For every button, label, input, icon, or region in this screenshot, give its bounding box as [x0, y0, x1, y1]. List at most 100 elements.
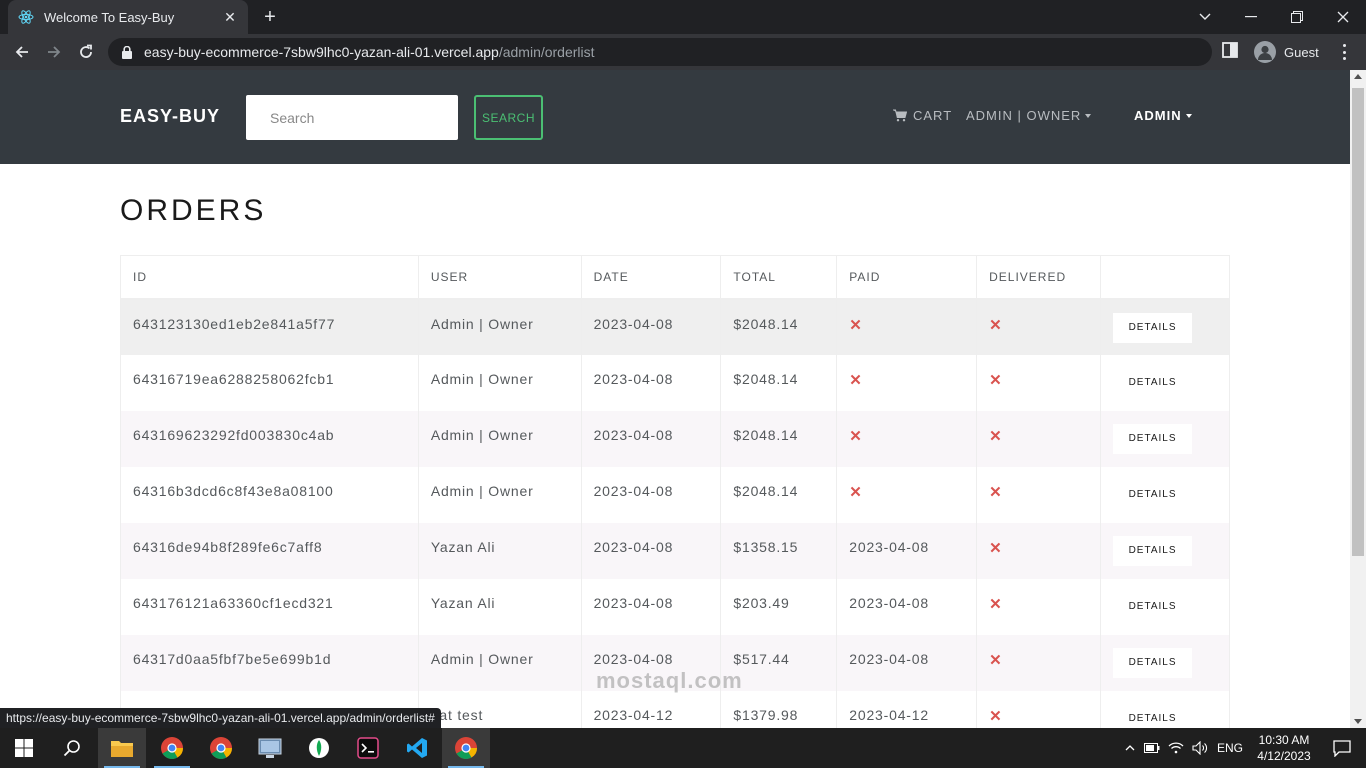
- cell-total: $2048.14: [720, 354, 838, 411]
- cart-icon: [893, 109, 907, 122]
- cell-paid: 2023-04-08: [836, 578, 978, 635]
- url-path: /admin/orderlist: [498, 44, 595, 60]
- admin-menu-dropdown[interactable]: ADMIN: [1134, 108, 1192, 123]
- cell-delivered: ✕: [976, 634, 1102, 691]
- search-button[interactable]: SEARCH: [474, 95, 543, 140]
- details-button[interactable]: DETAILS: [1113, 368, 1192, 398]
- cart-label: CART: [913, 108, 953, 123]
- windows-start-icon[interactable]: [0, 728, 48, 768]
- tab-search-icon[interactable]: [1182, 0, 1228, 34]
- cell-user: Admin | Owner: [417, 634, 582, 691]
- profile-button[interactable]: Guest: [1254, 40, 1319, 64]
- cell-id: 64316de94b8f289fe6c7aff8: [120, 522, 419, 579]
- forward-icon[interactable]: [40, 38, 68, 66]
- clock-time: 10:30 AM: [1258, 733, 1310, 747]
- restore-icon[interactable]: [1274, 0, 1320, 34]
- cell-actions: DETAILS: [1100, 298, 1230, 355]
- column-header-user: USER: [417, 255, 582, 300]
- cell-date: 2023-04-08: [580, 354, 722, 411]
- profile-name: Guest: [1284, 44, 1319, 60]
- table-row: 643176121a63360cf1ecd321 Yazan Ali 2023-04…: [120, 578, 1230, 635]
- battery-icon[interactable]: [1140, 743, 1164, 753]
- not-delivered-icon: ✕: [989, 651, 1003, 669]
- details-button[interactable]: DETAILS: [1113, 647, 1193, 678]
- cell-date: 2023-04-12: [580, 690, 722, 728]
- admin-menu-label: ADMIN: [1134, 108, 1182, 123]
- cell-paid: 2023-04-08: [836, 522, 978, 579]
- browser-toolbar: easy-buy-ecommerce-7sbw9lhc0-yazan-ali-0…: [0, 34, 1366, 70]
- system-tray: ENG: [1120, 728, 1248, 768]
- cart-link[interactable]: CART: [893, 108, 952, 123]
- details-button[interactable]: DETAILS: [1113, 704, 1192, 729]
- details-button[interactable]: DETAILS: [1113, 480, 1192, 510]
- windows-taskbar: ENG 10:30 AM 4/12/2023: [0, 728, 1366, 768]
- tab-close-icon[interactable]: ✕: [222, 9, 238, 25]
- scroll-up-icon[interactable]: [1354, 74, 1362, 79]
- minimize-icon[interactable]: [1228, 0, 1274, 34]
- cell-user: Admin | Owner: [417, 354, 582, 411]
- cell-actions: DETAILS: [1100, 410, 1230, 467]
- search-icon[interactable]: [48, 728, 96, 768]
- cell-user: Admin | Owner: [417, 410, 582, 467]
- user-menu-dropdown[interactable]: ADMIN | OWNER: [966, 108, 1092, 123]
- browser-menu-icon[interactable]: [1336, 42, 1352, 62]
- page-title: ORDERS: [120, 194, 267, 227]
- address-bar[interactable]: easy-buy-ecommerce-7sbw9lhc0-yazan-ali-0…: [108, 38, 1212, 66]
- file-explorer-icon[interactable]: [98, 728, 146, 768]
- page-scrollbar[interactable]: [1350, 70, 1366, 728]
- chrome-active-icon[interactable]: [442, 728, 490, 768]
- cell-user: Admin | Owner: [417, 298, 582, 355]
- details-button[interactable]: DETAILS: [1113, 423, 1193, 454]
- back-icon[interactable]: [8, 38, 36, 66]
- taskbar-clock[interactable]: 10:30 AM 4/12/2023: [1254, 732, 1314, 764]
- cell-id: 64316b3dcd6c8f43e8a08100: [120, 466, 419, 523]
- new-tab-icon[interactable]: +: [258, 6, 282, 28]
- details-button[interactable]: DETAILS: [1113, 592, 1192, 622]
- cell-delivered: ✕: [976, 522, 1102, 579]
- side-panel-icon[interactable]: [1222, 42, 1244, 62]
- column-header-actions: [1100, 255, 1230, 300]
- orders-table: ID USER DATE TOTAL PAID DELIVERED 643123…: [120, 255, 1230, 728]
- terminal-icon[interactable]: [344, 728, 392, 768]
- chrome-icon[interactable]: [197, 728, 245, 768]
- wifi-icon[interactable]: [1164, 742, 1188, 754]
- browser-tab[interactable]: Welcome To Easy-Buy ✕: [8, 0, 248, 34]
- chrome-profile-icon[interactable]: [148, 728, 196, 768]
- cell-total: $2048.14: [720, 410, 838, 467]
- cell-actions: DETAILS: [1100, 634, 1230, 691]
- search-input[interactable]: [246, 95, 458, 140]
- notification-icon[interactable]: [1318, 728, 1366, 768]
- control-panel-icon[interactable]: [246, 728, 294, 768]
- language-indicator[interactable]: ENG: [1212, 741, 1248, 755]
- table-row: 643123130ed1eb2e841a5f77 Admin | Owner 202…: [120, 298, 1230, 355]
- volume-icon[interactable]: [1188, 741, 1212, 755]
- not-delivered-icon: ✕: [989, 427, 1003, 445]
- avatar-icon: [1254, 41, 1276, 63]
- details-button[interactable]: DETAILS: [1113, 312, 1193, 343]
- cell-id: 643176121a63360cf1ecd321: [120, 578, 419, 635]
- table-row: 64316b3dcd6c8f43e8a08100 Admin | Owner 202…: [120, 466, 1230, 523]
- react-icon: [18, 9, 34, 25]
- close-window-icon[interactable]: [1320, 0, 1366, 34]
- not-paid-icon: ✕: [849, 427, 863, 445]
- not-delivered-icon: ✕: [989, 707, 1003, 725]
- brand-logo[interactable]: EASY-BUY: [120, 106, 220, 127]
- table-row: 64316de94b8f289fe6c7aff8 Yazan Ali 2023-04…: [120, 522, 1230, 579]
- scrollbar-thumb[interactable]: [1352, 88, 1364, 556]
- chevron-up-icon[interactable]: [1120, 745, 1140, 751]
- cell-total: $203.49: [720, 578, 838, 635]
- cell-date: 2023-04-08: [580, 410, 722, 467]
- reload-icon[interactable]: [72, 38, 100, 66]
- user-menu-label: ADMIN | OWNER: [966, 108, 1082, 123]
- mongodb-compass-icon[interactable]: [295, 728, 343, 768]
- details-button[interactable]: DETAILS: [1113, 535, 1193, 566]
- column-header-total: TOTAL: [720, 255, 838, 300]
- cell-paid: ✕: [836, 298, 978, 355]
- status-bar-link: https://easy-buy-ecommerce-7sbw9lhc0-yaz…: [0, 708, 441, 728]
- cell-actions: DETAILS: [1100, 354, 1230, 411]
- site-navbar: EASY-BUY SEARCH CART ADMIN | OWNER ADMIN: [0, 70, 1350, 164]
- cell-total: $2048.14: [720, 298, 838, 355]
- vscode-icon[interactable]: [393, 728, 441, 768]
- cell-total: $1379.98: [720, 690, 838, 728]
- scroll-down-icon[interactable]: [1354, 719, 1362, 724]
